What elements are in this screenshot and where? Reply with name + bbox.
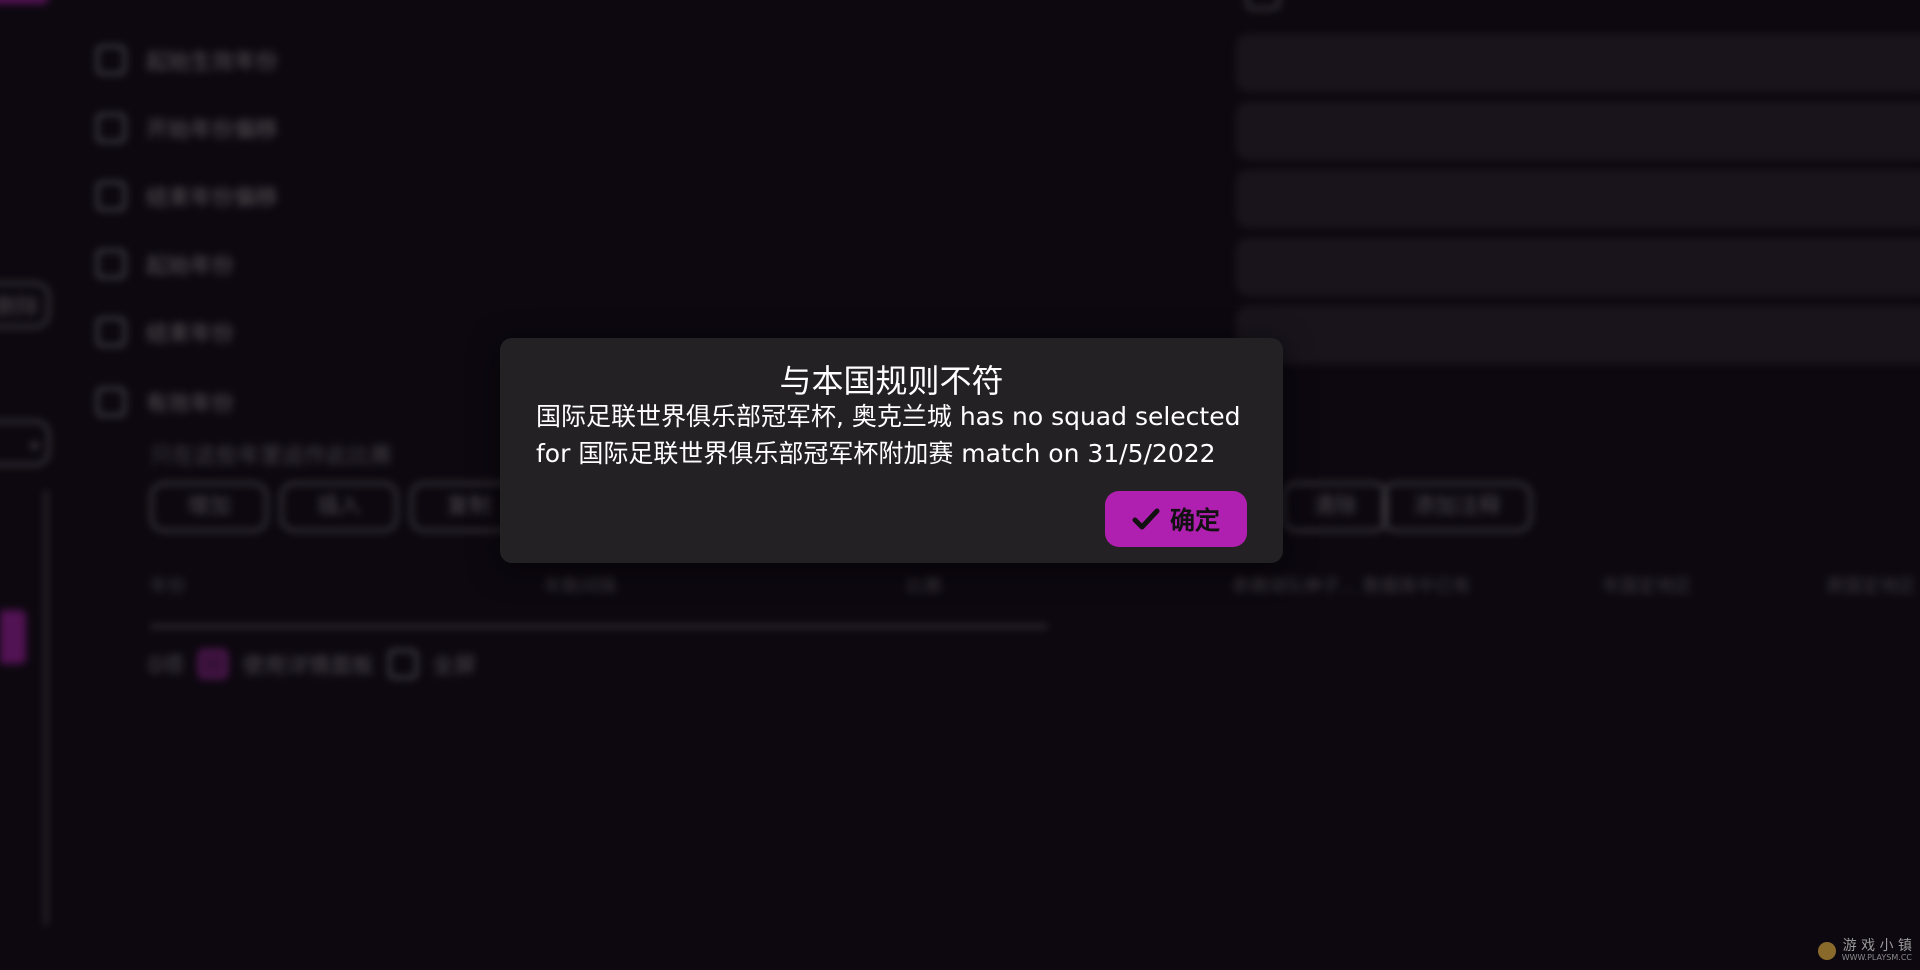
right-checkbox — [1246, 0, 1280, 10]
clear-button: 清除 — [1282, 482, 1389, 532]
watermark-url: WWW.PLAYSM.CC — [1841, 953, 1912, 962]
column-header: 年国定地区 — [1602, 576, 1692, 597]
checkbox-label: 起始生效年份 — [146, 50, 279, 75]
details-panel-label: 使用详情面板 — [242, 654, 375, 679]
checkbox — [96, 181, 126, 211]
alert-dialog: 与本国规则不符 国际足联世界俱乐部冠军杯, 奥克兰城 has no squad … — [500, 338, 1283, 563]
checkbox — [96, 113, 126, 143]
left-selected-marker — [0, 610, 26, 664]
checkbox — [96, 317, 126, 347]
checkbox-label: 有效年份 — [146, 392, 235, 417]
right-field — [1236, 238, 1920, 296]
watermark-text-block: 游 戏 小 镇 WWW.PLAYSM.CC — [1842, 939, 1912, 962]
column-header: 比赛 — [906, 576, 942, 597]
action-buttons: 增加 插入 复制 ⌄ — [150, 482, 554, 532]
right-field — [1236, 102, 1920, 160]
table-scrollbar — [150, 624, 1048, 629]
watermark-text: 游 戏 小 镇 — [1842, 938, 1912, 954]
copy-button-label: 复制 — [447, 494, 492, 519]
checkbox-row: 起始生效年份 — [96, 40, 278, 80]
bottom-options: 0项 使用详情面板 全屏 — [148, 648, 476, 680]
fullscreen-label: 全屏 — [432, 654, 477, 679]
dialog-message: 国际足联世界俱乐部冠军杯, 奥克兰城 has no squad selected… — [536, 398, 1256, 472]
checkbox-label: 结束年份 — [146, 322, 235, 347]
chevron-down-icon: ▾ — [29, 436, 39, 457]
watermark-logo-icon — [1817, 941, 1836, 960]
right-field — [1236, 170, 1920, 228]
column-header: 年份 — [150, 576, 186, 597]
left-dropdown: ▾ — [0, 420, 50, 466]
left-scrollbar — [44, 490, 48, 925]
right-field — [1236, 306, 1920, 364]
ok-button[interactable]: 确定 — [1105, 491, 1247, 547]
column-header: 参赛球队种子... 数据库中已有 — [1232, 576, 1471, 597]
ok-button-label: 确定 — [1169, 506, 1220, 535]
left-accent-bar — [0, 0, 48, 4]
items-count: 0项 — [148, 654, 184, 679]
add-note-button: 添加注释 — [1382, 482, 1533, 532]
checkbox-label: 起始年份 — [146, 254, 235, 279]
hint-text: 只在这些年里运作此比赛 — [150, 444, 393, 469]
insert-button: 插入 — [280, 482, 399, 532]
fullscreen-checkbox — [388, 649, 419, 679]
checkbox — [96, 249, 126, 279]
checkbox-label: 开始年份偏移 — [146, 118, 279, 143]
dialog-message-line: 国际足联世界俱乐部冠军杯, 奥克兰城 has no squad selected — [536, 402, 1241, 431]
checkbox-row: 结束年份偏移 — [96, 176, 278, 216]
checkbox-row: 开始年份偏移 — [96, 108, 278, 148]
checkmark-icon — [1132, 508, 1160, 530]
add-button: 增加 — [150, 482, 269, 532]
checkbox — [96, 387, 126, 417]
dialog-message-line: for 国际足联世界俱乐部冠军杯附加赛 match on 31/5/2022 — [536, 439, 1216, 468]
checkbox-row: 结束年份 — [96, 312, 234, 352]
app-window: 删除 ▾ 起始生效年份 开始年份偏移 结束年份偏移 起始年份 结束年份 有效年份… — [0, 0, 1920, 970]
details-panel-checkbox — [198, 649, 228, 679]
watermark: 游 戏 小 镇 WWW.PLAYSM.CC — [1817, 939, 1912, 962]
checkbox-row: 起始年份 — [96, 244, 234, 284]
column-header: 原国定地区 — [1826, 576, 1916, 597]
right-field — [1236, 34, 1920, 92]
checkbox-row: 有效年份 — [96, 382, 234, 422]
column-header: 年数间隔 — [544, 576, 616, 597]
dialog-title: 与本国规则不符 — [779, 362, 1004, 400]
checkbox-label: 结束年份偏移 — [146, 186, 279, 211]
left-delete-button: 删除 — [0, 282, 50, 328]
checkbox — [96, 45, 126, 75]
